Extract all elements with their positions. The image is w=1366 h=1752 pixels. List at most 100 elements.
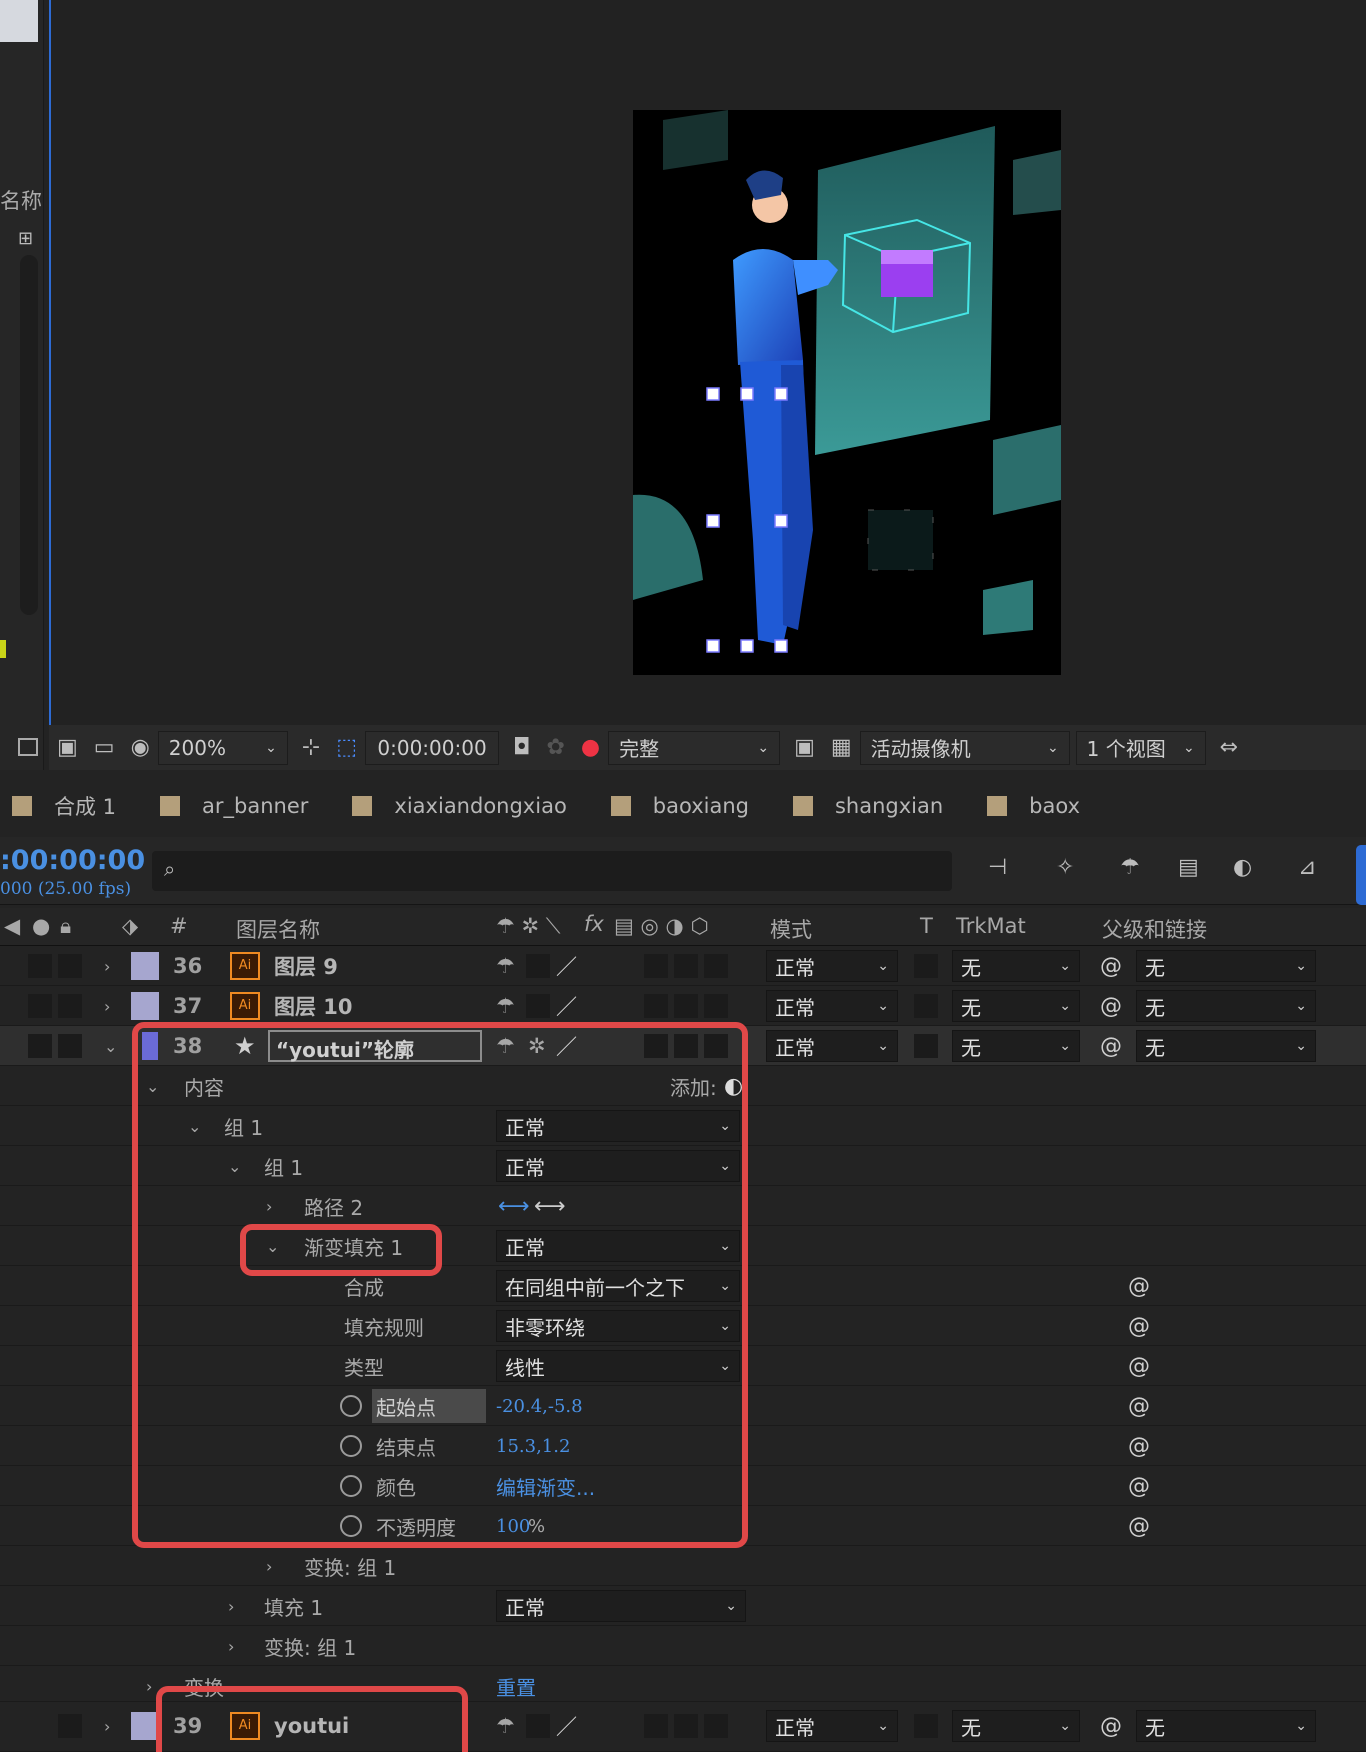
quality-switch-icon[interactable]: ／ (556, 946, 577, 986)
solo-toggle[interactable] (58, 994, 82, 1018)
tab-baox[interactable]: baox (987, 794, 1080, 818)
preserve-transparency-toggle[interactable] (914, 1034, 938, 1058)
layer-name[interactable]: 图层 9 (274, 946, 338, 986)
mode-dropdown[interactable]: 正常 ⌄ (766, 950, 898, 982)
layer-name-header[interactable]: 图层名称 (236, 914, 320, 944)
quality-switch-icon[interactable]: ／ (556, 986, 577, 1026)
label-color-swatch[interactable] (131, 1712, 159, 1740)
audio-icon[interactable]: ◀ (4, 914, 20, 938)
show-snapshot-icon[interactable]: ✿ (546, 735, 564, 760)
label-color-swatch[interactable] (131, 992, 159, 1020)
comp-flowchart-icon[interactable]: ⊣ (988, 855, 1007, 880)
parent-dropdown[interactable]: 无 ⌄ (1136, 990, 1316, 1022)
tab-shangxian[interactable]: shangxian (792, 794, 943, 818)
switch-box[interactable] (644, 954, 668, 978)
video-toggle[interactable] (28, 994, 52, 1018)
camera-snapshot-icon[interactable]: ◘ (513, 735, 530, 760)
monitor-icon[interactable]: ▭ (94, 735, 115, 760)
parent-dropdown[interactable]: 无 ⌄ (1136, 1030, 1316, 1062)
reset-link[interactable]: 重置 (496, 1666, 536, 1706)
solo-toggle[interactable] (58, 1034, 82, 1058)
expand-chevron-icon[interactable]: › (146, 1666, 152, 1706)
timecode-field[interactable]: 0:00:00:00 (365, 730, 500, 765)
pickwhip-icon[interactable]: @ (1128, 1266, 1150, 1306)
switch-box[interactable] (674, 954, 698, 978)
switch-box[interactable] (704, 954, 728, 978)
project-thumbnail[interactable] (0, 0, 38, 42)
collapse-chevron-icon[interactable]: ⌄ (104, 1026, 117, 1066)
mode-dropdown[interactable]: 正常 ⌄ (766, 1030, 898, 1062)
parent-dropdown[interactable]: 无 ⌄ (1136, 950, 1316, 982)
graph-editor-icon[interactable]: ⊿ (1298, 855, 1316, 880)
expand-chevron-icon[interactable]: › (104, 946, 110, 986)
preserve-transparency-toggle[interactable] (914, 954, 938, 978)
zoom-dropdown[interactable]: 200% ⌄ (157, 730, 288, 765)
frame-blend-icon[interactable]: ▤ (1178, 855, 1199, 880)
lock-icon[interactable]: 🔒︎ (60, 914, 71, 939)
tab-xiaxiandongxiao[interactable]: xiaxiandongxiao (352, 794, 567, 818)
expand-chevron-icon[interactable]: › (104, 1706, 110, 1746)
switch-box[interactable] (526, 994, 550, 1018)
layer-row[interactable]: › 36 Ai 图层 9 ☂ ／ 正常 ⌄ 无 ⌄ @ 无 ⌄ (0, 946, 1366, 986)
pickwhip-icon[interactable]: @ (1128, 1426, 1150, 1466)
grid-icon[interactable]: ⊹ (302, 735, 320, 760)
preserve-transparency-toggle[interactable] (914, 994, 938, 1018)
fill-mode-dropdown[interactable]: 正常 ⌄ (496, 1590, 746, 1622)
parent-dropdown[interactable]: 无 ⌄ (1136, 1710, 1316, 1742)
reset-exposure-icon[interactable]: ⇔ (1220, 735, 1238, 760)
hierarchy-icon[interactable]: ⊞ (18, 228, 33, 249)
pickwhip-icon[interactable]: @ (1100, 946, 1122, 986)
trash-icon[interactable] (18, 738, 38, 756)
transparency-grid-icon[interactable]: ▦ (831, 735, 852, 760)
switch-box[interactable] (674, 994, 698, 1018)
views-dropdown[interactable]: 1 个视图 ⌄ (1075, 730, 1206, 765)
shy-switch-icon[interactable]: ☂ (496, 986, 515, 1026)
pickwhip-icon[interactable]: @ (1128, 1386, 1150, 1426)
quality-switch-icon[interactable]: ／ (556, 1706, 577, 1746)
channel-icon[interactable]: ● (581, 735, 600, 760)
tab-comp1[interactable]: 合成 1 (12, 791, 116, 821)
layer-row[interactable]: › 37 Ai 图层 10 ☂ ／ 正常 ⌄ 无 ⌄ @ 无 ⌄ (0, 986, 1366, 1026)
current-time[interactable]: :00:00:00 (0, 845, 145, 876)
expand-chevron-icon[interactable]: › (266, 1546, 272, 1586)
region-of-interest-icon[interactable]: ▣ (794, 735, 815, 760)
trkmat-dropdown[interactable]: 无 ⌄ (952, 990, 1080, 1022)
solo-toggle[interactable] (58, 1714, 82, 1738)
tab-ar-banner[interactable]: ar_banner (160, 794, 308, 818)
pickwhip-icon[interactable]: @ (1100, 1706, 1122, 1746)
solo-toggle[interactable] (58, 954, 82, 978)
switch-box[interactable] (526, 954, 550, 978)
search-input[interactable]: ⌕ (152, 851, 952, 891)
pickwhip-icon[interactable]: @ (1128, 1306, 1150, 1346)
panel-edge-handle[interactable] (1356, 845, 1366, 905)
pickwhip-icon[interactable]: @ (1100, 986, 1122, 1026)
shy-icon[interactable]: ☂ (1120, 855, 1140, 880)
tab-baoxiang[interactable]: baoxiang (610, 794, 749, 818)
switch-box[interactable] (704, 1714, 728, 1738)
expand-chevron-icon[interactable]: › (104, 986, 110, 1026)
camera-dropdown[interactable]: 活动摄像机 ⌄ (859, 730, 1070, 765)
composition-viewer[interactable] (49, 0, 1366, 770)
pickwhip-icon[interactable]: @ (1100, 1026, 1122, 1066)
shy-switch-icon[interactable]: ☂ (496, 946, 515, 986)
preserve-transparency-toggle[interactable] (914, 1714, 938, 1738)
mode-dropdown[interactable]: 正常 ⌄ (766, 1710, 898, 1742)
trkmat-dropdown[interactable]: 无 ⌄ (952, 1710, 1080, 1742)
switch-box[interactable] (704, 994, 728, 1018)
motion-blur-icon[interactable]: ◐ (1233, 855, 1252, 880)
shy-switch-icon[interactable]: ☂ (496, 1706, 515, 1746)
switch-box[interactable] (526, 1714, 550, 1738)
expand-chevron-icon[interactable]: › (228, 1626, 234, 1666)
property-row-transform-group[interactable]: › 变换: 组 1 (0, 1626, 1366, 1666)
pickwhip-icon[interactable]: @ (1128, 1466, 1150, 1506)
scrollbar[interactable] (20, 255, 38, 615)
video-toggle[interactable] (28, 1034, 52, 1058)
composition-canvas[interactable] (633, 110, 1061, 675)
mode-dropdown[interactable]: 正常 ⌄ (766, 990, 898, 1022)
draft-3d-icon[interactable]: ✧ (1056, 855, 1074, 880)
switch-box[interactable] (674, 1714, 698, 1738)
always-preview-icon[interactable]: ▣ (57, 735, 78, 760)
property-row-transform-group[interactable]: › 变换: 组 1 (0, 1546, 1366, 1586)
video-toggle[interactable] (28, 954, 52, 978)
solo-icon[interactable]: ● (32, 914, 50, 938)
